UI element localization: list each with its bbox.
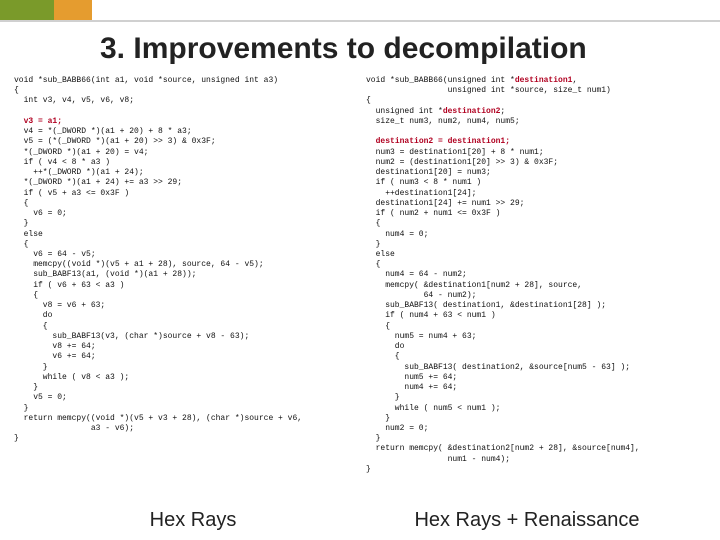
code-line: num1 - num4);: [366, 455, 510, 464]
code-line: sub_BABF13(a1, (void *)(a1 + 28));: [14, 270, 196, 279]
code-line: ++destination1[24];: [366, 189, 476, 198]
code-line: {: [366, 96, 371, 105]
code-line: num4 = 64 - num2;: [366, 270, 467, 279]
code-right-col: void *sub_BABB66(unsigned int *destinati…: [366, 76, 706, 475]
code-line: }: [14, 434, 19, 443]
caption-right: Hex Rays + Renaissance: [360, 509, 694, 532]
code-line: memcpy( &destination1[num2 + 28], source…: [366, 281, 582, 290]
code-left-col: void *sub_BABB66(int a1, void *source, u…: [14, 76, 354, 475]
code-line: }: [366, 240, 380, 249]
code-line: v5 = (*(_DWORD *)(a1 + 20) >> 3) & 0x3F;: [14, 137, 216, 146]
code-line: void *sub_BABB66(unsigned int *: [366, 76, 515, 85]
slide: 3. Improvements to decompilation void *s…: [0, 0, 720, 540]
code-right: void *sub_BABB66(unsigned int *destinati…: [366, 76, 706, 475]
code-line: v8 += 64;: [14, 342, 96, 351]
code-left: void *sub_BABB66(int a1, void *source, u…: [14, 76, 354, 444]
code-line: num4 += 64;: [366, 383, 457, 392]
code-line: {: [366, 260, 380, 269]
code-line: v8 = v6 + 63;: [14, 301, 105, 310]
code-line: while ( num5 < num1 );: [366, 404, 500, 413]
code-line: destination1[24] += num1 >> 29;: [366, 199, 524, 208]
title-row: 3. Improvements to decompilation: [0, 22, 720, 72]
code-line: }: [366, 414, 390, 423]
code-line: unsigned int *: [366, 107, 443, 116]
code-highlight: v3 = a1;: [24, 117, 62, 126]
code-line: destination1[20] = num3;: [366, 168, 491, 177]
code-line: }: [14, 363, 48, 372]
code-line: if ( v6 + 63 < a3 ): [14, 281, 124, 290]
code-line: v5 = 0;: [14, 393, 67, 402]
code-line: }: [366, 393, 400, 402]
code-line: {: [366, 322, 390, 331]
code-line: }: [14, 404, 28, 413]
captions: Hex Rays Hex Rays + Renaissance: [0, 509, 720, 532]
code-line: if ( num3 < 8 * num1 ): [366, 178, 481, 187]
code-highlight: destination2 = destination1;: [376, 137, 510, 146]
code-line: else: [14, 230, 43, 239]
topbar: [0, 0, 720, 22]
code-highlight: destination2: [443, 107, 501, 116]
code-columns: void *sub_BABB66(int a1, void *source, u…: [0, 72, 720, 475]
code-line: ,: [572, 76, 577, 85]
code-line: unsigned int *source, size_t num1): [366, 86, 611, 95]
code-line: num5 = num4 + 63;: [366, 332, 476, 341]
code-line: if ( num2 + num1 <= 0x3F ): [366, 209, 500, 218]
code-line: }: [14, 383, 38, 392]
code-line: v6 = 64 - v5;: [14, 250, 96, 259]
code-line: num4 = 0;: [366, 230, 428, 239]
code-line: do: [366, 342, 404, 351]
code-line: sub_BABF13( destination2, &source[num5 -…: [366, 363, 630, 372]
code-line: }: [14, 219, 28, 228]
code-line: if ( num4 + 63 < num1 ): [366, 311, 496, 320]
code-line: {: [14, 322, 48, 331]
accent-band-green: [0, 0, 54, 20]
code-line: num5 += 64;: [366, 373, 457, 382]
code-line: num2 = (destination1[20] >> 3) & 0x3F;: [366, 158, 558, 167]
code-line: {: [14, 86, 19, 95]
code-line: sub_BABF13(v3, (char *)source + v8 - 63)…: [14, 332, 249, 341]
code-line: {: [366, 352, 400, 361]
code-line: size_t num3, num2, num4, num5;: [366, 117, 520, 126]
code-line: {: [366, 219, 380, 228]
code-line: {: [14, 240, 28, 249]
code-line: return memcpy((void *)(v5 + v3 + 28), (c…: [14, 414, 302, 423]
code-line: ++*(_DWORD *)(a1 + 24);: [14, 168, 144, 177]
code-line: [366, 137, 376, 146]
code-line: v4 = *(_DWORD *)(a1 + 20) + 8 * a3;: [14, 127, 192, 136]
code-line: {: [14, 291, 38, 300]
code-line: v6 += 64;: [14, 352, 96, 361]
code-highlight: destination1: [515, 76, 573, 85]
code-line: ;: [500, 107, 505, 116]
code-line: void *sub_BABB66(int a1, void *source, u…: [14, 76, 278, 85]
code-line: a3 - v6);: [14, 424, 134, 433]
slide-title: 3. Improvements to decompilation: [92, 22, 587, 72]
code-line: num2 = 0;: [366, 424, 428, 433]
code-line: v6 = 0;: [14, 209, 67, 218]
title-gap: [0, 22, 92, 72]
code-line: num3 = destination1[20] + 8 * num1;: [366, 148, 544, 157]
code-line: sub_BABF13( destination1, &destination1[…: [366, 301, 606, 310]
code-line: [14, 117, 24, 126]
code-line: }: [366, 434, 380, 443]
code-line: if ( v4 < 8 * a3 ): [14, 158, 110, 167]
code-line: 64 - num2);: [366, 291, 476, 300]
caption-left: Hex Rays: [26, 509, 360, 532]
code-line: {: [14, 199, 28, 208]
accent-band-orange: [54, 0, 92, 20]
code-line: else: [366, 250, 395, 259]
code-line: return memcpy( &destination2[num2 + 28],…: [366, 444, 640, 453]
code-line: memcpy((void *)(v5 + a1 + 28), source, 6…: [14, 260, 264, 269]
code-line: }: [366, 465, 371, 474]
code-line: *(_DWORD *)(a1 + 24) += a3 >> 29;: [14, 178, 182, 187]
code-line: *(_DWORD *)(a1 + 20) = v4;: [14, 148, 148, 157]
code-line: if ( v5 + a3 <= 0x3F ): [14, 189, 129, 198]
code-line: int v3, v4, v5, v6, v8;: [14, 96, 134, 105]
code-line: do: [14, 311, 52, 320]
code-line: while ( v8 < a3 );: [14, 373, 129, 382]
